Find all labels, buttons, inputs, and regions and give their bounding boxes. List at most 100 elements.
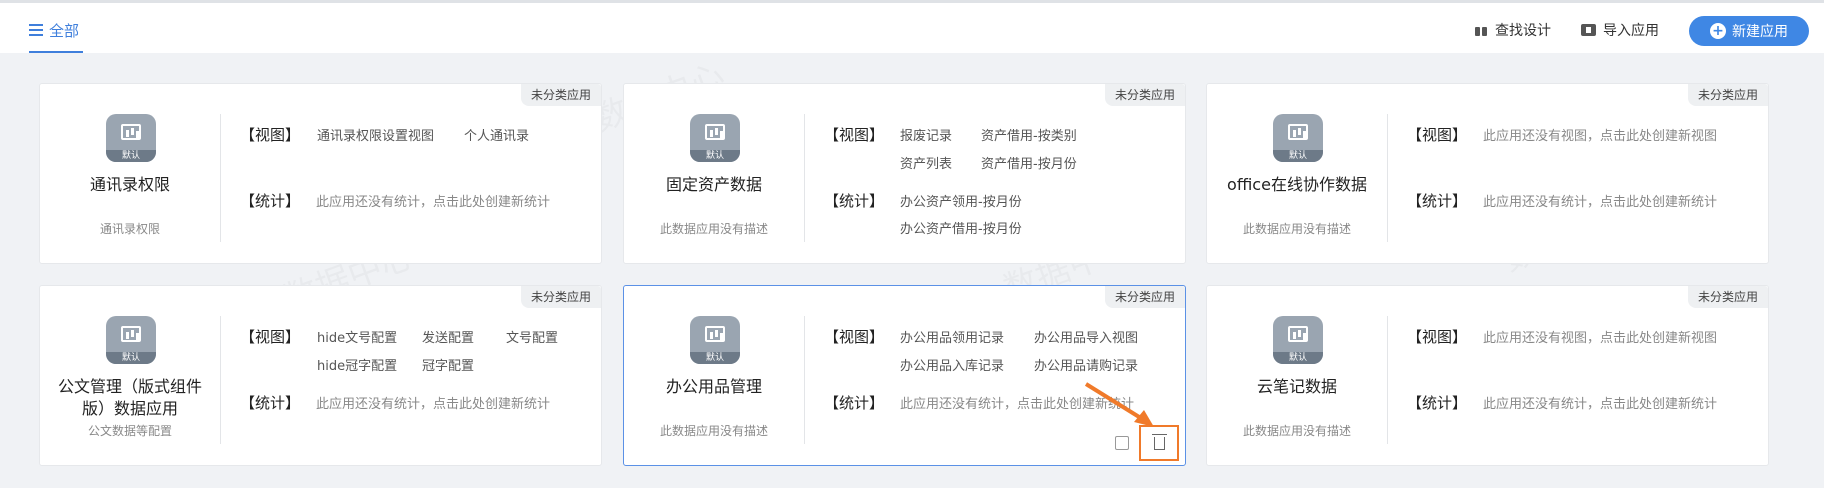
create-stats-link[interactable]: 此应用还没有统计，点击此处创建新统计 [900, 393, 1134, 412]
find-design-label: 查找设计 [1495, 23, 1551, 39]
view-link[interactable]: 报废记录 [900, 125, 952, 144]
new-app-label: 新建应用 [1732, 24, 1788, 40]
top-toolbar: 全部 查找设计 导入应用 + 新建应用 [0, 3, 1824, 53]
plus-circle-icon: + [1710, 23, 1726, 39]
category-tag: 未分类应用 [520, 84, 601, 106]
app-desc: 此数据应用没有描述 [659, 424, 768, 438]
icon-footer: 默认 [106, 150, 156, 162]
app-card[interactable]: 未分类应用 默认 通讯录权限 通讯录权限 【视图】 通讯录权限设置视图 个人通讯… [39, 83, 602, 264]
app-icon: 默认 [690, 114, 740, 162]
view-link[interactable]: 办公用品入库记录 [900, 355, 1004, 374]
view-link[interactable]: 办公用品导入视图 [1034, 327, 1138, 346]
stats-link[interactable]: 办公资产借用-按月份 [900, 218, 1022, 237]
create-stats-link[interactable]: 此应用还没有统计，点击此处创建新统计 [316, 191, 550, 210]
create-view-link[interactable]: 此应用还没有视图，点击此处创建新视图 [1483, 125, 1717, 144]
app-card[interactable]: 未分类应用 默认 云笔记数据 此数据应用没有描述 【视图】 此应用还没有视图，点… [1206, 285, 1769, 466]
app-card[interactable]: 未分类应用 默认 固定资产数据 此数据应用没有描述 【视图】 报废记录 资产借用… [623, 83, 1186, 264]
view-link[interactable]: 个人通讯录 [464, 125, 529, 144]
icon-footer: 默认 [690, 150, 740, 162]
category-tag: 未分类应用 [1104, 84, 1185, 106]
stats-label: 【统计】 [824, 192, 885, 210]
chart-icon [705, 124, 725, 140]
divider [220, 316, 221, 444]
import-app-label: 导入应用 [1603, 23, 1659, 39]
divider [804, 114, 805, 242]
delete-button-highlight[interactable] [1139, 425, 1179, 461]
category-tag: 未分类应用 [1687, 84, 1768, 106]
trash-icon [1151, 433, 1167, 450]
create-stats-link[interactable]: 此应用还没有统计，点击此处创建新统计 [316, 393, 550, 412]
view-link[interactable]: 资产借用-按类别 [981, 125, 1077, 144]
category-tag: 未分类应用 [1687, 286, 1768, 308]
view-label: 【视图】 [1407, 328, 1468, 346]
app-summary: 默认 通讯录权限 通讯录权限 [40, 84, 220, 265]
divider [804, 316, 805, 444]
find-design-button[interactable]: 查找设计 [1474, 19, 1551, 41]
view-link[interactable]: 文号配置 [506, 327, 558, 346]
app-name: 固定资产数据 [665, 175, 762, 194]
tab-all-label: 全部 [49, 21, 80, 40]
divider [1387, 316, 1388, 444]
app-desc: 此数据应用没有描述 [1242, 424, 1351, 438]
icon-footer: 默认 [106, 352, 156, 364]
create-stats-link[interactable]: 此应用还没有统计，点击此处创建新统计 [1483, 191, 1717, 210]
chart-icon [705, 326, 725, 342]
chart-icon [1288, 124, 1308, 140]
new-app-button[interactable]: + 新建应用 [1689, 16, 1809, 46]
app-desc: 此数据应用没有描述 [1242, 222, 1351, 236]
view-link[interactable]: 通讯录权限设置视图 [317, 125, 434, 144]
share-icon[interactable] [1115, 436, 1129, 450]
app-summary: 默认 办公用品管理 此数据应用没有描述 [624, 286, 804, 467]
app-card[interactable]: 未分类应用 默认 office在线协作数据 此数据应用没有描述 【视图】 此应用… [1206, 83, 1769, 264]
import-icon [1581, 24, 1596, 36]
create-stats-link[interactable]: 此应用还没有统计，点击此处创建新统计 [1483, 393, 1717, 412]
category-tag: 未分类应用 [1104, 286, 1185, 308]
view-link[interactable]: hide冠字配置 [317, 355, 397, 374]
list-icon [29, 24, 43, 36]
tab-active-underline [29, 51, 83, 53]
app-desc: 通讯录权限 [99, 222, 160, 236]
app-icon: 默认 [106, 114, 156, 162]
app-summary: 默认 云笔记数据 此数据应用没有描述 [1207, 286, 1387, 467]
card-tools [1115, 425, 1179, 461]
view-label: 【视图】 [240, 328, 301, 346]
view-link[interactable]: 办公用品请购记录 [1034, 355, 1138, 374]
app-desc: 此数据应用没有描述 [659, 222, 768, 236]
stats-label: 【统计】 [824, 394, 885, 412]
chart-icon [121, 326, 141, 342]
app-name: 通讯录权限 [89, 175, 170, 194]
stats-label: 【统计】 [1407, 394, 1468, 412]
tab-all[interactable]: 全部 [29, 17, 79, 43]
view-label: 【视图】 [824, 328, 885, 346]
binoculars-icon [1474, 24, 1488, 36]
icon-footer: 默认 [1273, 150, 1323, 162]
create-view-link[interactable]: 此应用还没有视图，点击此处创建新视图 [1483, 327, 1717, 346]
icon-footer: 默认 [1273, 352, 1323, 364]
divider [1387, 114, 1388, 242]
category-tag: 未分类应用 [520, 286, 601, 308]
view-link[interactable]: 冠字配置 [422, 355, 474, 374]
app-summary: 默认 office在线协作数据 此数据应用没有描述 [1207, 84, 1387, 265]
app-summary: 默认 公文管理（版式组件版）数据应用 公文数据等配置 [40, 286, 220, 467]
app-icon: 默认 [1273, 316, 1323, 364]
stats-label: 【统计】 [240, 394, 301, 412]
app-name: 办公用品管理 [665, 377, 762, 396]
app-card-selected[interactable]: 未分类应用 默认 办公用品管理 此数据应用没有描述 【视图】 办公用品领用记录 … [623, 285, 1186, 466]
divider [220, 114, 221, 242]
view-link[interactable]: 办公用品领用记录 [900, 327, 1004, 346]
import-app-button[interactable]: 导入应用 [1581, 19, 1659, 41]
view-label: 【视图】 [240, 126, 301, 144]
stats-link[interactable]: 办公资产领用-按月份 [900, 191, 1022, 210]
view-link[interactable]: 资产借用-按月份 [981, 153, 1077, 172]
app-icon: 默认 [690, 316, 740, 364]
view-link[interactable]: hide文号配置 [317, 327, 397, 346]
app-name: office在线协作数据 [1227, 175, 1367, 194]
app-name: 云笔记数据 [1256, 377, 1337, 396]
view-link[interactable]: 发送配置 [422, 327, 474, 346]
view-label: 【视图】 [824, 126, 885, 144]
view-link[interactable]: 资产列表 [900, 153, 952, 172]
app-card[interactable]: 未分类应用 默认 公文管理（版式组件版）数据应用 公文数据等配置 【视图】 hi… [39, 285, 602, 466]
chart-icon [1288, 326, 1308, 342]
chart-icon [121, 124, 141, 140]
app-desc: 公文数据等配置 [87, 424, 172, 438]
